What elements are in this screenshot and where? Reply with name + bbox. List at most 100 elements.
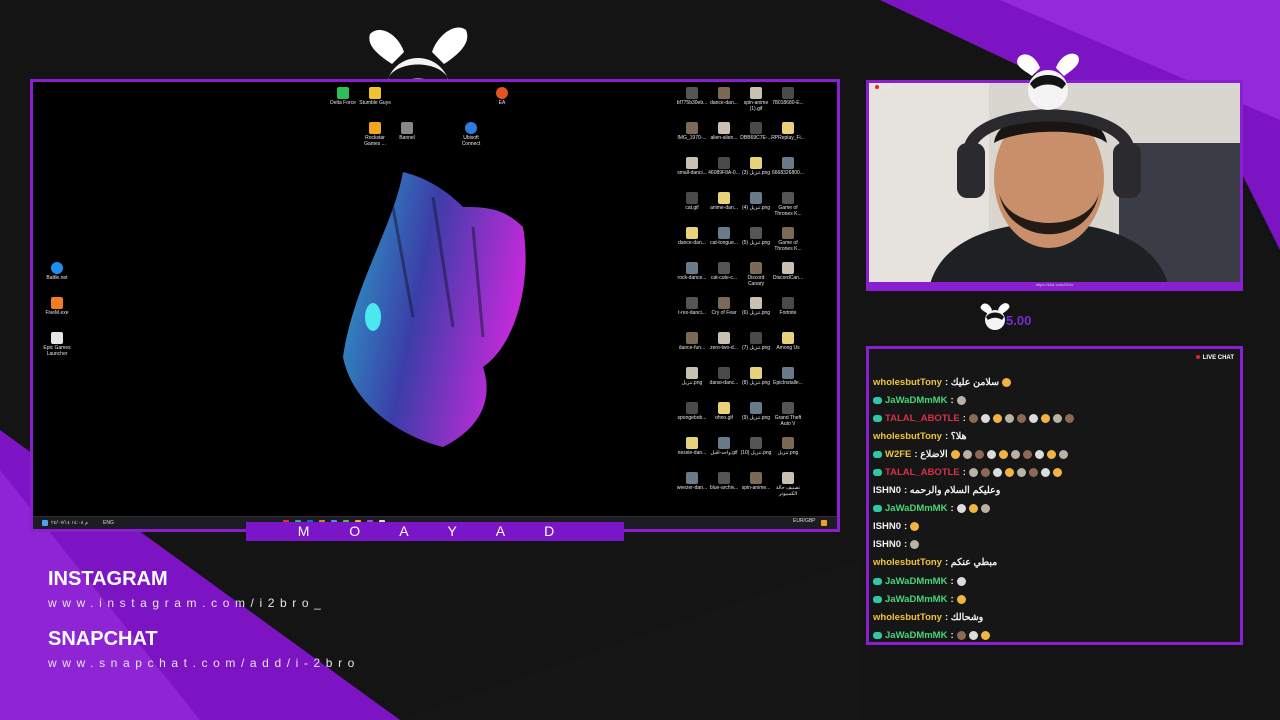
desktop-icon[interactable]: EA (485, 87, 519, 106)
desktop-icon[interactable]: تصنيف حالة الكمبيوتر (771, 472, 805, 497)
desktop-icon[interactable]: spongebob... (675, 402, 709, 421)
desktop-icon[interactable]: cat.gif (675, 192, 709, 211)
desktop-icon[interactable]: Rockstar Games ... (358, 122, 392, 147)
desktop-icon[interactable]: zero-two-d... (707, 332, 741, 351)
chat-username[interactable]: wholesbutTony (873, 377, 942, 388)
snapchat-url[interactable]: www.snapchat.com/add/i-2bro (48, 656, 360, 670)
desktop-icon[interactable]: dance-fun... (675, 332, 709, 351)
desktop-icon[interactable]: تنزيل (9).png (739, 402, 773, 421)
desktop-icon[interactable]: IMG_1970-... (675, 122, 709, 141)
desktop-icon[interactable]: t-rex-danci... (675, 297, 709, 316)
chat-username[interactable]: TALAL_ABOTLE (885, 413, 960, 424)
desktop-icon[interactable]: 46089F8A-0... (707, 157, 741, 176)
chat-username[interactable]: wholesbutTony (873, 557, 942, 568)
chat-text: : مبطي عنكم (944, 557, 998, 569)
desktop-icon[interactable]: Fortnite (771, 297, 805, 316)
emote-icon (1028, 468, 1038, 478)
desktop-icon[interactable]: 78018680-E... (771, 87, 805, 106)
desktop-icon[interactable]: تنزيل.png (675, 367, 709, 386)
desktop-icon[interactable]: cat-tongue... (707, 227, 741, 246)
desktop-icon[interactable]: تنزيل (3).png (739, 157, 773, 176)
desktop-icon[interactable]: DBB69C7E-... (739, 122, 773, 141)
desktop-icon[interactable]: dance-dan... (675, 227, 709, 246)
desktop-icon[interactable]: small-danci... (675, 157, 709, 176)
taskbar-ticker: EUR/GBP (793, 518, 816, 524)
desktop-icon[interactable]: spin-anime (1).gif (739, 87, 773, 112)
desktop-icon[interactable]: ohno.gif (707, 402, 741, 421)
desktop-icon[interactable]: تنزيل (5).png (739, 227, 773, 246)
desktop-icon-label: تنزيل (7).png (741, 345, 771, 351)
desktop-icon[interactable]: Among Us (771, 332, 805, 351)
chat-username[interactable]: JaWaDMmMK (885, 576, 947, 587)
desktop-icon[interactable]: Game of Thrones K... (771, 192, 805, 217)
desktop-icon[interactable]: spin-anime... (739, 472, 773, 491)
chat-username[interactable]: wholesbutTony (873, 431, 942, 442)
desktop-icon[interactable]: Bannel (390, 122, 424, 141)
desktop-icon[interactable]: EpicInstalle... (771, 367, 805, 386)
desktop-icon[interactable]: blue-archiv... (707, 472, 741, 491)
desktop-icon[interactable]: Ubisoft Connect (454, 122, 488, 147)
chat-message-list: wholesbutTony: سلامن عليك JaWaDMmMK: TALAL… (873, 373, 1233, 642)
desktop-icon[interactable]: Discord Canary (739, 262, 773, 287)
desktop-icon[interactable]: alien-alien... (707, 122, 741, 141)
chat-message: TALAL_ABOTLE: (873, 463, 1233, 481)
desktop-icon[interactable]: تنزيل (8).png (739, 367, 773, 386)
chat-message: ISHN0: وعليكم السلام والرحمه (873, 482, 1233, 500)
instagram-url[interactable]: www.instagram.com/i2bro_ (48, 596, 326, 610)
taskbar-clock: ﻡ ١٤:٠٨ ٢٤/٠٧/١٤ (51, 520, 88, 526)
chat-username[interactable]: JaWaDMmMK (885, 630, 947, 641)
desktop-icon[interactable]: 6668326800... (771, 157, 805, 176)
desktop-icon-label: Battle.net (46, 275, 68, 281)
desktop-icon[interactable]: تنزيل (4).png (739, 192, 773, 211)
desktop-icon[interactable]: Battle.net (40, 262, 74, 281)
desktop-icon[interactable]: Delta Force (326, 87, 360, 106)
desktop-icon[interactable]: dance-dan... (707, 87, 741, 106)
desktop-icon[interactable]: dansi-danc... (707, 367, 741, 386)
desktop-icon-label: DBB69C7E-... (740, 135, 772, 141)
desktop-icon[interactable]: تنزيل.png (771, 437, 805, 456)
chat-username[interactable]: JaWaDMmMK (885, 395, 947, 406)
live-indicator: LIVE (875, 85, 892, 91)
chat-username[interactable]: wholesbutTony (873, 612, 942, 623)
desktop-icon[interactable]: Game of Thrones K... (771, 227, 805, 252)
desktop-icon[interactable]: bf775b30eb... (675, 87, 709, 106)
chat-username[interactable]: JaWaDMmMK (885, 503, 947, 514)
emote-icon (968, 630, 978, 640)
emote-icon (1046, 449, 1056, 459)
desktop-icon[interactable]: تنزيل (7).png (739, 332, 773, 351)
desktop-icon[interactable]: anime-dan... (707, 192, 741, 211)
desktop-icon[interactable]: RPReplay_Fi... (771, 122, 805, 141)
desktop-icon[interactable]: cat-cute-c... (707, 262, 741, 281)
desktop-icon[interactable]: weezer-dan... (675, 472, 709, 491)
desktop-icon[interactable]: FiveM.exe (40, 297, 74, 316)
desktop-icon[interactable]: Stumble Guys (358, 87, 392, 106)
chat-username[interactable]: JaWaDMmMK (885, 594, 947, 605)
desktop-icon[interactable]: rock-dance... (675, 262, 709, 281)
chat-username[interactable]: TALAL_ABOTLE (885, 467, 960, 478)
chat-message: JaWaDMmMK: (873, 626, 1233, 642)
desktop-icon[interactable]: Grand Theft Auto V (771, 402, 805, 427)
notification-icon[interactable] (821, 520, 827, 526)
desktop-icon[interactable]: Cry of Fear (707, 297, 741, 316)
chat-text: : (962, 467, 966, 479)
desktop-icon[interactable]: تنزيل (6).png (739, 297, 773, 316)
chat-text: : هلا؟ (944, 430, 967, 442)
desktop-icon[interactable]: واحد-اقبل.gif (707, 437, 741, 456)
chat-username[interactable]: ISHN0 (873, 539, 901, 550)
desktop-icon[interactable]: Epic Games Launcher (40, 332, 74, 357)
chat-message: ISHN0: (873, 518, 1233, 536)
file-icon (686, 262, 698, 274)
file-icon (718, 332, 730, 344)
chat-message: wholesbutTony: مبطي عنكم (873, 554, 1233, 572)
desktop-icon[interactable]: nessie-dan... (675, 437, 709, 456)
desktop-icon-label: Among Us (776, 345, 800, 351)
file-icon (750, 122, 762, 134)
desktop-icon[interactable]: تنزيل (10).png (739, 437, 773, 456)
windows-start-icon[interactable] (42, 520, 48, 526)
emote-icon (956, 504, 966, 514)
taskbar-language[interactable]: ENG (103, 520, 114, 526)
chat-username[interactable]: ISHN0 (873, 485, 901, 496)
desktop-icon[interactable]: DiscordCan... (771, 262, 805, 281)
chat-username[interactable]: W2FE (885, 449, 911, 460)
chat-username[interactable]: ISHN0 (873, 521, 901, 532)
